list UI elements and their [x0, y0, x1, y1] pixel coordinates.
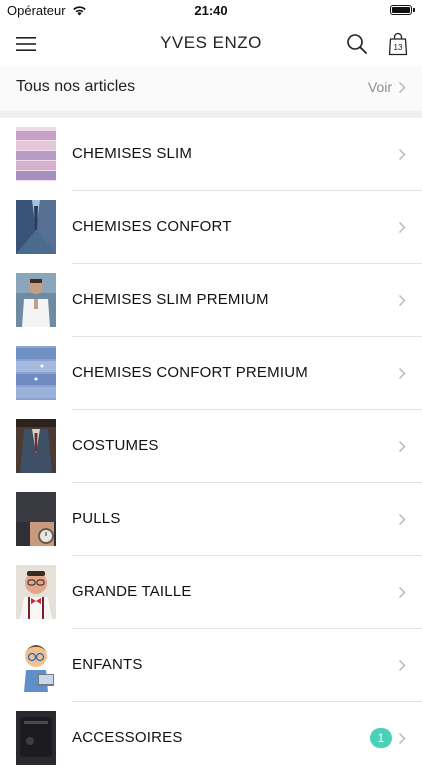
- category-thumbnail: [16, 419, 56, 473]
- category-row-enfants[interactable]: ENFANTS: [0, 629, 422, 702]
- category-label: ACCESSOIRES: [72, 729, 183, 746]
- category-row-chemises-confort-premium[interactable]: CHEMISES CONFORT PREMIUM: [0, 337, 422, 410]
- category-row-chemises-confort[interactable]: CHEMISES CONFORT: [0, 191, 422, 264]
- category-label: CHEMISES SLIM PREMIUM: [72, 291, 269, 308]
- category-label: CHEMISES CONFORT: [72, 218, 232, 235]
- category-thumbnail: [16, 127, 56, 181]
- bag-count: 13: [394, 43, 403, 52]
- category-thumbnail: [16, 346, 56, 400]
- category-thumbnail: [16, 273, 56, 327]
- see-all-link[interactable]: Voir: [368, 79, 392, 95]
- all-articles-row[interactable]: Tous nos articles Voir: [0, 66, 422, 111]
- status-time: 21:40: [194, 3, 228, 18]
- category-thumbnail: [16, 638, 56, 692]
- section-divider: [0, 111, 422, 118]
- category-label: PULLS: [72, 510, 121, 527]
- count-badge: 1: [370, 728, 392, 748]
- category-row-grande-taille[interactable]: GRANDE TAILLE: [0, 556, 422, 629]
- category-list: CHEMISES SLIM CHEMISES CONFORT CHEMISES …: [0, 118, 422, 775]
- shopping-bag-icon: 13: [388, 32, 408, 56]
- category-label: ENFANTS: [72, 656, 143, 673]
- chevron-right-icon: [398, 659, 406, 672]
- chevron-right-icon: [398, 148, 406, 161]
- chevron-right-icon: [398, 586, 406, 599]
- category-row-pulls[interactable]: PULLS: [0, 483, 422, 556]
- category-row-costumes[interactable]: COSTUMES: [0, 410, 422, 483]
- chevron-right-icon: [398, 294, 406, 307]
- category-thumbnail: [16, 711, 56, 765]
- category-row-chemises-slim[interactable]: CHEMISES SLIM: [0, 118, 422, 191]
- battery-icon: [390, 5, 415, 15]
- chevron-right-icon: [398, 513, 406, 526]
- chevron-right-icon: [398, 367, 406, 380]
- nav-bar: YVES ENZO 13: [0, 22, 422, 66]
- category-label: COSTUMES: [72, 437, 159, 454]
- chevron-right-icon: [398, 221, 406, 234]
- all-articles-label: Tous nos articles: [16, 78, 136, 95]
- status-bar: Opérateur 21:40: [0, 0, 422, 22]
- search-button[interactable]: [343, 30, 371, 58]
- category-thumbnail: [16, 200, 56, 254]
- chevron-right-icon: [398, 81, 406, 94]
- category-thumbnail: [16, 565, 56, 619]
- category-thumbnail: [16, 492, 56, 546]
- category-label: CHEMISES SLIM: [72, 145, 193, 162]
- category-label: GRANDE TAILLE: [72, 583, 192, 600]
- shopping-bag-button[interactable]: 13: [384, 30, 412, 58]
- category-row-chemises-slim-premium[interactable]: CHEMISES SLIM PREMIUM: [0, 264, 422, 337]
- chevron-right-icon: [398, 440, 406, 453]
- chevron-right-icon: [398, 732, 406, 745]
- category-label: CHEMISES CONFORT PREMIUM: [72, 364, 308, 381]
- search-icon: [347, 34, 367, 54]
- category-row-accessoires[interactable]: ACCESSOIRES 1: [0, 702, 422, 775]
